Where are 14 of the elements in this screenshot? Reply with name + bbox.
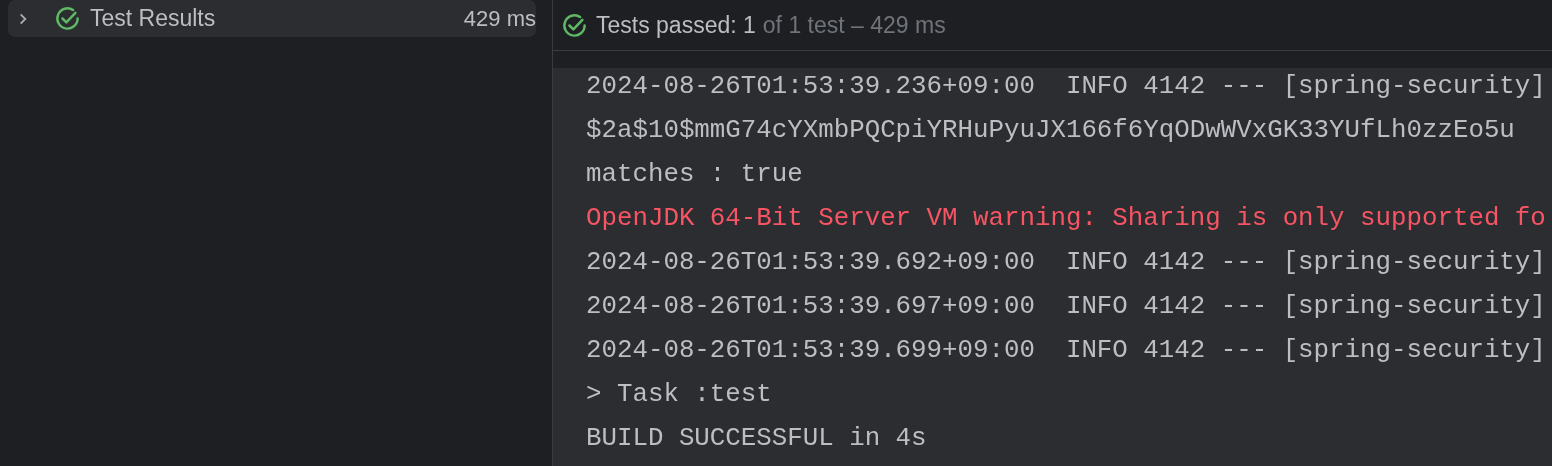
console-line: $2a$10$mmG74cYXmbPQCpiYRHuPyuJX166f6YqODwWVxGK33YUfLh0zzEo5u [586, 115, 1516, 147]
console-error-line: OpenJDK 64-Bit Server VM warning: Sharing is only supported fo [586, 203, 1547, 235]
tree-row[interactable]: Test Results 429 ms [8, 0, 536, 37]
console-line: BUILD SUCCESSFUL in 4s [586, 423, 928, 455]
console-line: 2024-08-26T01:53:39.236+09:00 INFO 4142 --- [spring-security] [586, 71, 1547, 103]
console-line: 2024-08-26T01:53:39.699+09:00 INFO 4142 --- [spring-security] [586, 335, 1547, 367]
tree-label: Test Results [90, 5, 216, 32]
summary-detail: of 1 test – 429 ms [762, 11, 946, 39]
console-line: > Task :test [586, 379, 773, 411]
console-line: 2024-08-26T01:53:39.697+09:00 INFO 4142 --- [spring-security] [586, 291, 1547, 323]
summary-label: Tests passed: 1 [596, 11, 756, 39]
duration: 429 ms [463, 5, 536, 32]
console-line: 2024-08-26T01:53:39.692+09:00 INFO 4142 --- [spring-security] [586, 247, 1547, 279]
console-line: matches : true [586, 159, 804, 191]
